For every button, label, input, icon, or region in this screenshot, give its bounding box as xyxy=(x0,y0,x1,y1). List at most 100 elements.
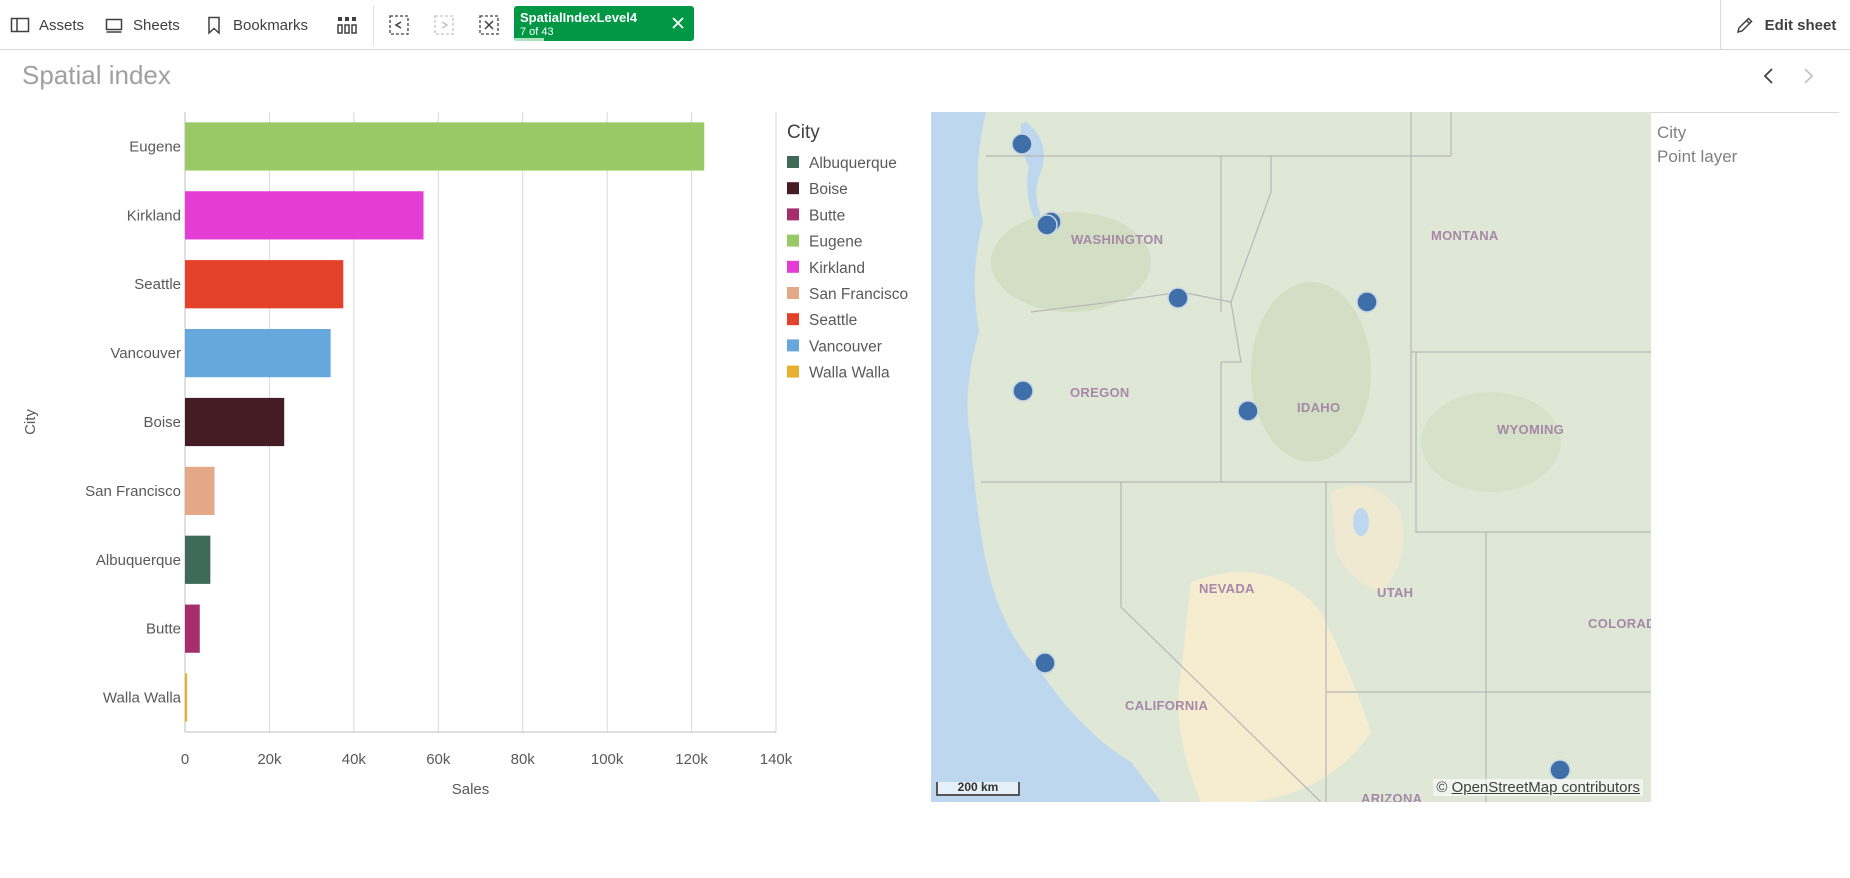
legend-swatch xyxy=(787,313,799,326)
clear-selections-button[interactable] xyxy=(476,12,502,38)
selection-ratio-bar xyxy=(514,38,544,41)
bar-kirkland xyxy=(185,191,424,240)
legend-item: Butte xyxy=(809,207,845,224)
legend-swatch xyxy=(787,234,799,247)
legend-item: Walla Walla xyxy=(809,365,890,382)
x-tick-label: 120k xyxy=(675,751,708,768)
state-label-utah: UTAH xyxy=(1377,585,1414,600)
forest-area xyxy=(1251,282,1371,462)
legend-item: San Francisco xyxy=(809,286,908,303)
x-tick-label: 40k xyxy=(342,751,367,768)
map-point[interactable] xyxy=(1036,214,1058,236)
selection-tag[interactable]: SpatialIndexLevel4 7 of 43 xyxy=(514,6,694,41)
bookmarks-label: Bookmarks xyxy=(233,16,309,34)
bar-chart[interactable]: 0 20k 40k 60k 80k 100k 120k 140k Eugene Kirkland S… xyxy=(0,100,920,810)
state-label-wyoming: WYOMING xyxy=(1497,422,1565,437)
map-point[interactable] xyxy=(1034,652,1056,674)
y-tick-label: Walla Walla xyxy=(103,690,182,707)
map-point[interactable] xyxy=(1012,380,1034,402)
map[interactable]: WASHINGTON MONTANA OREGON IDAHO WYOMING … xyxy=(931,112,1651,802)
map-scale-bar: 200 km xyxy=(936,781,1020,796)
x-tick-label: 60k xyxy=(426,751,451,768)
legend-title: City xyxy=(787,122,820,143)
edit-sheet-button[interactable]: Edit sheet xyxy=(1720,0,1850,50)
map-point[interactable] xyxy=(1549,759,1571,781)
bar-albuquerque xyxy=(185,535,211,584)
state-label-california: CALIFORNIA xyxy=(1125,698,1209,713)
y-tick-label: Albuquerque xyxy=(96,552,181,569)
state-label-nevada: NEVADA xyxy=(1199,581,1255,596)
previous-sheet-icon[interactable] xyxy=(1757,64,1781,88)
forest-area xyxy=(1421,392,1561,492)
legend-item: Vancouver xyxy=(809,338,882,355)
legend-swatch xyxy=(787,208,799,221)
legend-swatch xyxy=(787,260,799,273)
map-attribution: © OpenStreetMap contributors xyxy=(1433,779,1643,796)
state-label-washington: WASHINGTON xyxy=(1071,232,1164,247)
bar-butte xyxy=(185,604,200,653)
state-label-idaho: IDAHO xyxy=(1297,400,1341,415)
copyright-symbol: © xyxy=(1436,779,1448,796)
y-tick-label: Seattle xyxy=(134,276,181,293)
edit-sheet-label: Edit sheet xyxy=(1764,16,1837,34)
legend-item: Boise xyxy=(809,181,848,198)
lake xyxy=(1353,508,1369,536)
close-icon[interactable] xyxy=(670,15,686,31)
clear-selections-icon xyxy=(479,15,499,35)
assets-button[interactable]: Assets xyxy=(10,8,84,42)
sheet-title: Spatial index xyxy=(22,60,171,90)
desert-area-east xyxy=(1331,485,1404,592)
bookmark-icon xyxy=(208,16,220,35)
sheets-button[interactable]: Sheets xyxy=(104,8,180,42)
forest-area xyxy=(991,212,1151,312)
pencil-icon xyxy=(1736,17,1753,34)
openstreetmap-link[interactable]: OpenStreetMap contributors xyxy=(1452,779,1640,796)
bar-boise xyxy=(185,397,285,447)
bar-eugene xyxy=(185,122,705,171)
desert-area xyxy=(1178,572,1371,802)
x-tick-label: 20k xyxy=(257,751,282,768)
panel-icon xyxy=(10,17,30,33)
map-background xyxy=(931,112,1651,802)
bar-seattle xyxy=(185,260,344,309)
assets-label: Assets xyxy=(39,16,85,34)
legend-item: Seattle xyxy=(809,312,857,329)
bookmarks-button[interactable]: Bookmarks xyxy=(204,8,308,42)
legend-item: Eugene xyxy=(809,234,862,251)
bar-walla-walla xyxy=(185,673,188,722)
step-forward-button[interactable] xyxy=(431,12,457,38)
map-legend: City Point layer xyxy=(1651,112,1839,177)
map-point[interactable] xyxy=(1356,291,1378,313)
step-forward-icon xyxy=(434,15,454,35)
legend-swatch xyxy=(787,287,799,299)
state-label-colorado: COLORADO xyxy=(1588,616,1651,631)
sheets-label: Sheets xyxy=(133,16,180,34)
state-label-oregon: OREGON xyxy=(1070,385,1130,400)
y-tick-label: Butte xyxy=(146,621,181,638)
map-legend-layer: Point layer xyxy=(1657,147,1738,166)
map-legend-title: City xyxy=(1657,123,1687,142)
state-label-arizona: ARIZONA xyxy=(1361,791,1423,802)
legend-swatch xyxy=(787,339,799,352)
grid-icon xyxy=(337,17,357,34)
next-sheet-icon[interactable] xyxy=(1796,64,1820,88)
selection-field: SpatialIndexLevel4 xyxy=(520,10,638,25)
legend-swatch xyxy=(787,182,799,195)
y-tick-label: San Francisco xyxy=(85,483,181,500)
bar-vancouver xyxy=(185,329,331,378)
map-point[interactable] xyxy=(1011,133,1033,155)
x-tick-label: 140k xyxy=(760,751,793,768)
state-label-montana: MONTANA xyxy=(1431,228,1499,243)
map-point[interactable] xyxy=(1237,400,1259,422)
selection-count: 7 of 43 xyxy=(520,26,554,38)
legend-swatch xyxy=(787,365,799,378)
sheets-icon xyxy=(105,18,123,33)
y-tick-label: Boise xyxy=(143,414,181,431)
bar-chart-svg: 0 20k 40k 60k 80k 100k 120k 140k Eugene Kirkland S… xyxy=(22,112,908,798)
smart-search-button[interactable] xyxy=(334,12,360,38)
toolbar-divider xyxy=(373,6,374,46)
toolbar: Assets Sheets Bookmarks SpatialIndexLeve… xyxy=(0,0,1850,50)
map-point[interactable] xyxy=(1167,287,1189,309)
step-back-button[interactable] xyxy=(386,12,412,38)
legend-swatch xyxy=(787,156,799,168)
